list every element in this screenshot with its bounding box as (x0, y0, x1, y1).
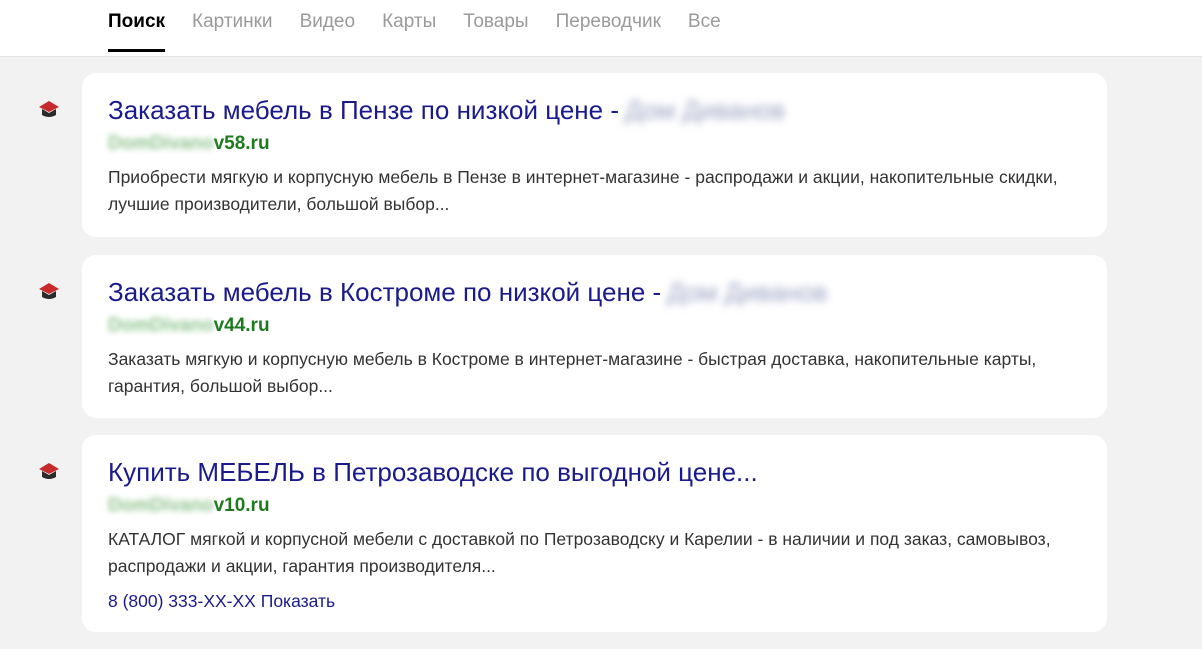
result-title-link[interactable]: Заказать мебель в Костроме по низкой цен… (108, 277, 827, 308)
tab-search[interactable]: Поиск (108, 0, 166, 52)
sofa-icon (36, 460, 62, 482)
result-title-link[interactable]: Купить МЕБЕЛЬ в Петрозаводске по выгодно… (108, 457, 758, 488)
sofa-icon (36, 98, 62, 120)
tab-translator[interactable]: Переводчик (556, 0, 661, 45)
search-tabs: Поиск Картинки Видео Карты Товары Перево… (108, 0, 748, 56)
result-snippet: Приобрести мягкую и корпусную мебель в П… (108, 167, 1058, 214)
search-result: Заказать мебель в Пензе по низкой цене -… (82, 73, 1107, 237)
search-result: Купить МЕБЕЛЬ в Петрозаводске по выгодно… (82, 435, 1107, 632)
show-phone-link[interactable]: Показать (261, 591, 335, 611)
result-phone: 8 (800) 333-XX-XX Показать (108, 591, 335, 612)
tab-products[interactable]: Товары (463, 0, 528, 45)
tab-maps[interactable]: Карты (382, 0, 436, 45)
phone-number: 8 (800) 333-XX-XX (108, 591, 256, 611)
sofa-icon (36, 280, 62, 302)
result-snippet: КАТАЛОГ мягкой и корпусной мебели с дост… (108, 529, 1051, 576)
tab-video[interactable]: Видео (300, 0, 356, 45)
result-snippet: Заказать мягкую и корпусную мебель в Кос… (108, 349, 1037, 396)
result-url-link[interactable]: DomDivanov58.ru (108, 133, 270, 155)
search-result: Заказать мебель в Костроме по низкой цен… (82, 255, 1107, 418)
result-url-link[interactable]: DomDivanov44.ru (108, 315, 270, 337)
result-title-link[interactable]: Заказать мебель в Пензе по низкой цене -… (108, 95, 785, 126)
tab-all[interactable]: Все (688, 0, 721, 45)
result-url-link[interactable]: DomDivanov10.ru (108, 495, 270, 517)
search-tabs-bar: Поиск Картинки Видео Карты Товары Перево… (0, 0, 1202, 57)
tab-images[interactable]: Картинки (192, 0, 273, 45)
